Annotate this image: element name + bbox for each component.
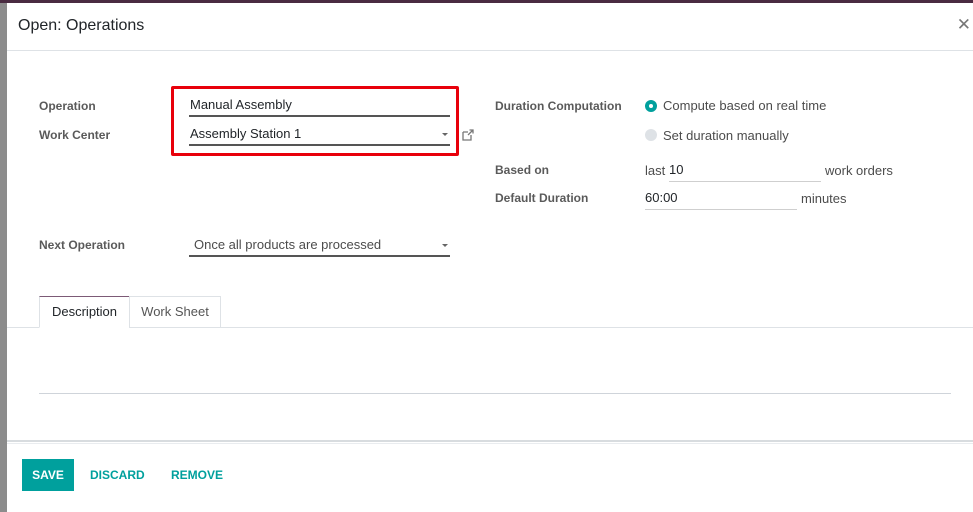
operations-dialog: Open: Operations ✕ Operation Manual Asse…: [7, 3, 973, 512]
based-on-prefix: last: [645, 163, 666, 178]
chevron-down-icon: [442, 244, 448, 247]
close-icon[interactable]: ✕: [957, 16, 971, 34]
highlight-annotation: [171, 86, 459, 156]
discard-button[interactable]: DISCARD: [90, 459, 145, 491]
default-duration-label: Default Duration: [495, 191, 589, 205]
external-link-icon[interactable]: [461, 128, 475, 142]
default-duration-suffix: minutes: [801, 191, 847, 206]
dialog-header: Open: Operations ✕: [7, 3, 973, 51]
footer-divider: [7, 440, 973, 444]
duration-computation-label: Duration Computation: [495, 99, 622, 113]
description-editor[interactable]: [39, 393, 951, 394]
operation-label: Operation: [39, 99, 96, 113]
dialog-title: Open: Operations: [18, 17, 145, 34]
remove-button[interactable]: REMOVE: [171, 459, 223, 491]
based-on-input[interactable]: 10: [669, 160, 821, 182]
based-on-suffix: work orders: [825, 163, 893, 178]
next-operation-select[interactable]: Once all products are processed: [189, 235, 450, 257]
default-duration-input[interactable]: 60:00: [645, 188, 797, 210]
based-on-label: Based on: [495, 163, 550, 177]
radio-set-manually[interactable]: [645, 129, 657, 141]
radio-label-set-manually[interactable]: Set duration manually: [663, 128, 789, 143]
default-duration-value: 60:00: [645, 190, 678, 205]
next-operation-label: Next Operation: [39, 238, 126, 252]
based-on-value: 10: [669, 162, 684, 177]
save-button[interactable]: SAVE: [22, 459, 74, 491]
radio-label-compute-real-time[interactable]: Compute based on real time: [663, 98, 826, 113]
modal-backdrop[interactable]: [0, 3, 7, 512]
next-operation-value: Once all products are processed: [194, 237, 382, 252]
tab-work-sheet[interactable]: Work Sheet: [129, 296, 221, 328]
work-center-label: Work Center: [39, 128, 111, 142]
radio-compute-real-time[interactable]: [645, 100, 657, 112]
tab-description[interactable]: Description: [39, 296, 130, 328]
